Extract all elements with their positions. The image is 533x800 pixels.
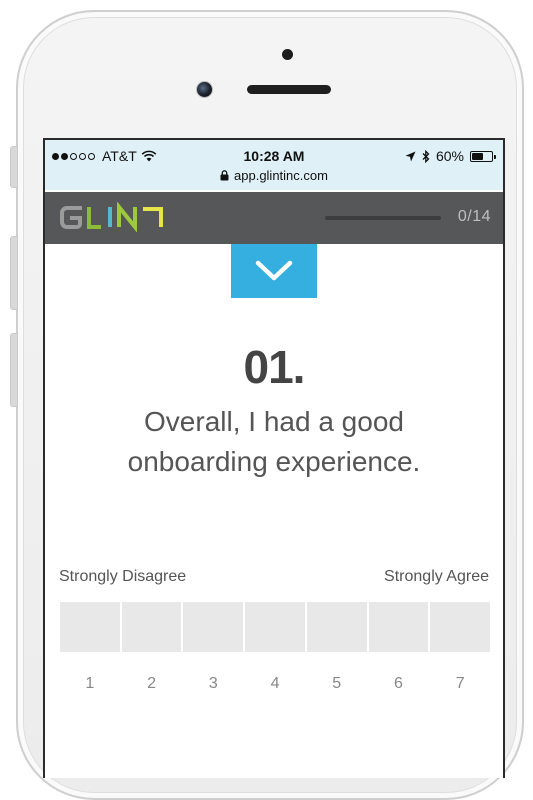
survey-progress-bar [325,216,441,220]
volume-down-button [10,333,18,407]
lock-icon [220,170,229,181]
phone-screen: AT&T 10:28 AM 60% app.glintinc.com 0/14 … [43,138,505,778]
rating-option-label: 5 [332,675,342,692]
proximity-sensor [282,49,293,60]
bluetooth-icon [422,149,430,163]
rating-option-5[interactable] [306,602,367,652]
survey-progress-count: 0/14 [457,208,491,225]
mute-switch [10,146,18,188]
rating-scale [60,602,491,652]
question-text: Overall, I had a good onboarding experie… [75,402,473,482]
rating-option-6[interactable] [368,602,429,652]
rating-option-7[interactable] [430,602,491,652]
scale-min-label: Strongly Disagree [59,568,187,585]
rating-option-3[interactable] [183,602,244,652]
rating-option-label: 6 [394,675,403,692]
rating-option-2[interactable] [121,602,182,652]
url-text: app.glintinc.com [234,168,328,183]
rating-option-label: 4 [270,675,280,692]
question-text-line-1: Overall, I had a good [144,406,404,437]
front-camera-icon [196,81,213,98]
rating-option-label: 7 [455,675,465,692]
scale-max-label: Strongly Agree [384,568,489,585]
glint-logo-icon [60,202,163,232]
volume-up-button [10,236,18,310]
rating-option-label: 2 [147,675,157,692]
app-header: 0/14 [45,192,503,244]
battery-icon [470,150,496,162]
chevron-down-icon [255,260,293,281]
question-text-line-2: onboarding experience. [127,446,421,477]
question-number: 01. [243,341,306,393]
rating-option-label: 3 [208,675,218,692]
earpiece-speaker [247,85,331,94]
glint-logo [59,202,167,232]
browser-chrome: AT&T 10:28 AM 60% app.glintinc.com [45,140,503,190]
rating-option-label: 1 [85,675,95,692]
collapse-button[interactable] [231,244,317,298]
rating-scale-numbers: 1 2 3 4 5 6 7 [60,675,490,693]
rating-option-4[interactable] [245,602,305,652]
battery-fill [472,152,484,160]
location-arrow-icon [405,151,416,161]
address-bar[interactable]: app.glintinc.com [45,168,503,183]
status-bar: AT&T 10:28 AM 60% [45,146,503,164]
rating-option-1[interactable] [60,602,120,652]
status-right: 60% [405,148,496,164]
battery-percent: 60% [435,148,464,164]
